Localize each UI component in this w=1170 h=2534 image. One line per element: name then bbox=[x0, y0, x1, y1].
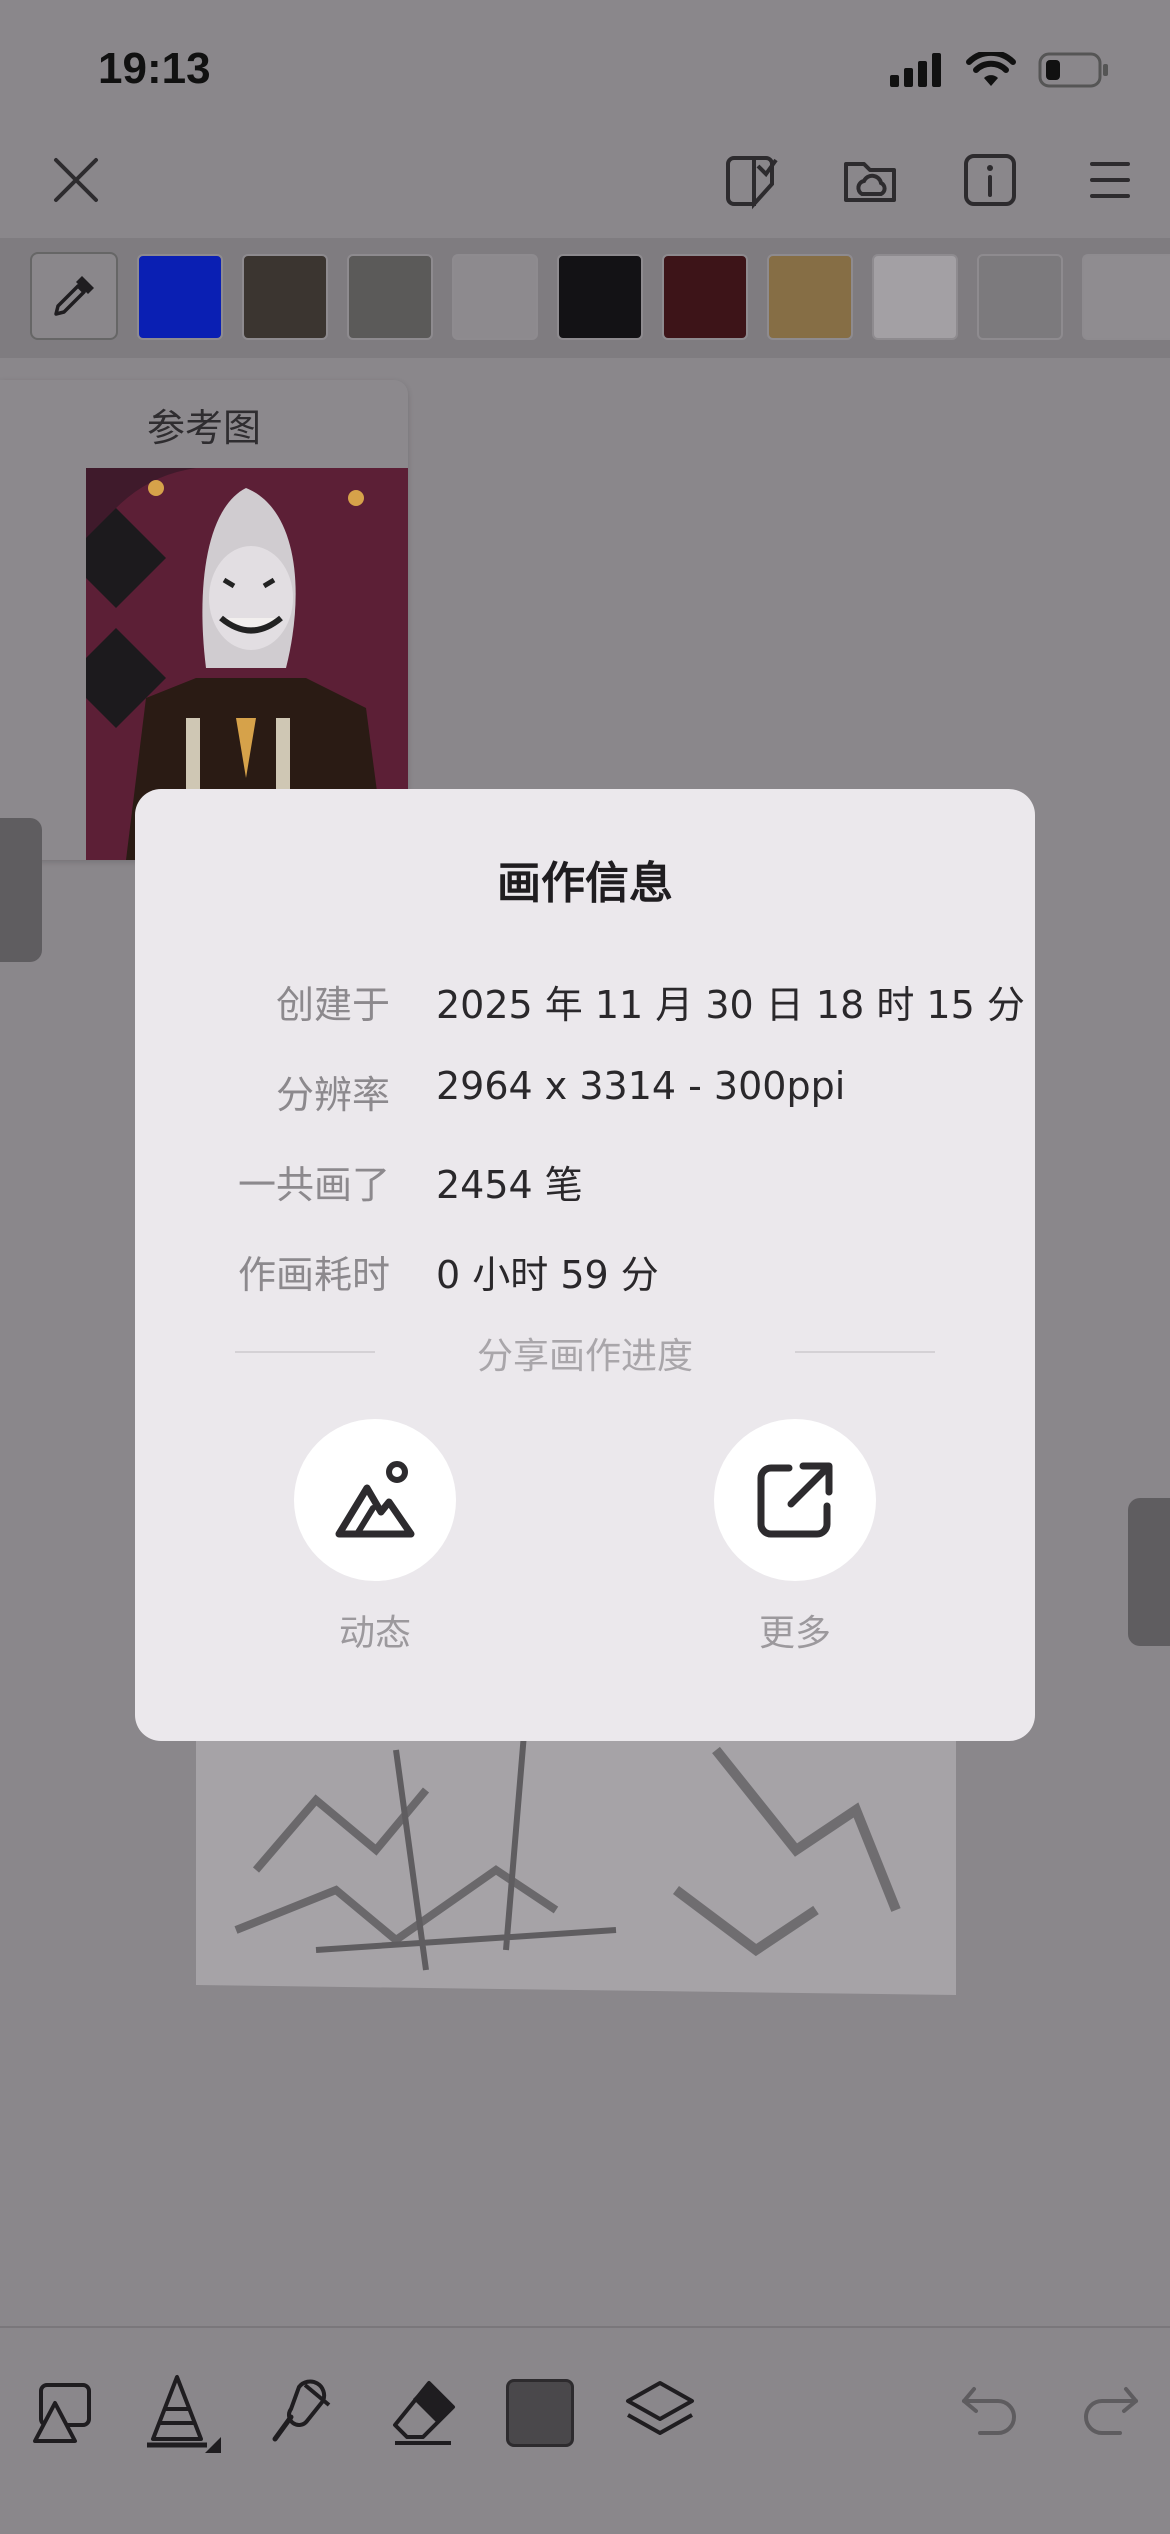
share-moments-label: 动态 bbox=[338, 1613, 411, 1654]
color-swatch[interactable] bbox=[1082, 254, 1170, 340]
info-row-created: 创建于 2025 年 11 月 30 日 18 时 15 分 bbox=[135, 974, 1035, 1034]
color-swatch[interactable] bbox=[242, 254, 328, 340]
color-picker-button[interactable] bbox=[495, 2368, 585, 2458]
reference-panel-title: 参考图 bbox=[146, 405, 261, 450]
smudge-icon bbox=[272, 2379, 331, 2442]
eraser-tool-button[interactable] bbox=[378, 2368, 468, 2458]
color-palette-bar bbox=[0, 238, 1170, 358]
share-moments-button[interactable] bbox=[294, 1419, 456, 1581]
eyedropper-button[interactable] bbox=[30, 252, 118, 340]
share-more-label: 更多 bbox=[758, 1613, 831, 1654]
info-row-resolution: 分辨率 2964 x 3314 - 300ppi bbox=[135, 1064, 1035, 1124]
sticker-icon bbox=[726, 156, 778, 210]
menu-button[interactable] bbox=[1070, 140, 1150, 220]
close-icon bbox=[54, 158, 98, 202]
close-button[interactable] bbox=[36, 140, 116, 220]
undo-button[interactable] bbox=[945, 2368, 1035, 2458]
layers-icon bbox=[626, 2381, 694, 2435]
layers-button[interactable] bbox=[615, 2368, 705, 2458]
external-share-icon bbox=[757, 1462, 833, 1538]
eraser-icon bbox=[393, 2381, 455, 2445]
cloud-folder-icon bbox=[844, 162, 896, 202]
color-swatch[interactable] bbox=[662, 254, 748, 340]
mountain-image-icon bbox=[335, 1461, 415, 1538]
info-value: 2025 年 11 月 30 日 18 时 15 分 bbox=[436, 983, 1025, 1027]
status-time: 19:13 bbox=[98, 44, 211, 93]
dialog-title: 画作信息 bbox=[497, 858, 673, 909]
color-swatch[interactable] bbox=[977, 254, 1063, 340]
info-label: 作画耗时 bbox=[237, 1253, 390, 1297]
info-label: 创建于 bbox=[275, 983, 390, 1027]
divider bbox=[795, 1351, 935, 1353]
color-swatch[interactable] bbox=[767, 254, 853, 340]
info-icon bbox=[964, 154, 1016, 206]
redo-icon bbox=[1084, 2387, 1138, 2435]
reference-panel[interactable]: 参考图 bbox=[0, 380, 408, 860]
bottom-toolbar bbox=[0, 2326, 1170, 2534]
info-value: 2964 x 3314 - 300ppi bbox=[436, 1064, 846, 1108]
cloud-folder-button[interactable] bbox=[830, 140, 910, 220]
smudge-tool-button[interactable] bbox=[256, 2368, 346, 2458]
color-swatch[interactable] bbox=[872, 254, 958, 340]
status-icons bbox=[890, 52, 1110, 88]
signal-icon bbox=[890, 53, 941, 87]
current-color-swatch bbox=[506, 2379, 574, 2447]
shapes-icon bbox=[33, 2383, 91, 2443]
redo-button[interactable] bbox=[1065, 2368, 1155, 2458]
battery-icon bbox=[1038, 52, 1108, 88]
artwork-info-dialog: 画作信息 创建于 2025 年 11 月 30 日 18 时 15 分 分辨率 … bbox=[135, 789, 1035, 1741]
status-bar: 19:13 bbox=[0, 0, 1170, 140]
info-button[interactable] bbox=[950, 140, 1030, 220]
undo-icon bbox=[962, 2387, 1016, 2435]
share-section-title: 分享画作进度 bbox=[476, 1336, 693, 1377]
menu-icon bbox=[1090, 162, 1130, 198]
left-slider-handle[interactable] bbox=[0, 818, 42, 962]
info-row-strokes: 一共画了 2454 笔 bbox=[135, 1154, 1035, 1214]
info-label: 一共画了 bbox=[237, 1163, 390, 1207]
right-slider-handle[interactable] bbox=[1128, 1498, 1170, 1646]
color-swatch[interactable] bbox=[452, 254, 538, 340]
pen-tool-icon bbox=[147, 2375, 221, 2453]
color-swatch[interactable] bbox=[137, 254, 223, 340]
eyedropper-icon bbox=[54, 276, 94, 316]
color-swatch[interactable] bbox=[347, 254, 433, 340]
shapes-tool-button[interactable] bbox=[18, 2368, 108, 2458]
info-value: 2454 笔 bbox=[436, 1163, 583, 1207]
info-value: 0 小时 59 分 bbox=[436, 1253, 659, 1297]
sticker-button[interactable] bbox=[710, 140, 790, 220]
wifi-icon bbox=[966, 52, 1016, 86]
pen-tool-button[interactable] bbox=[136, 2368, 226, 2458]
color-swatch[interactable] bbox=[557, 254, 643, 340]
top-toolbar bbox=[0, 140, 1170, 240]
info-row-duration: 作画耗时 0 小时 59 分 bbox=[135, 1244, 1035, 1304]
share-more-button[interactable] bbox=[714, 1419, 876, 1581]
info-label: 分辨率 bbox=[275, 1073, 390, 1117]
